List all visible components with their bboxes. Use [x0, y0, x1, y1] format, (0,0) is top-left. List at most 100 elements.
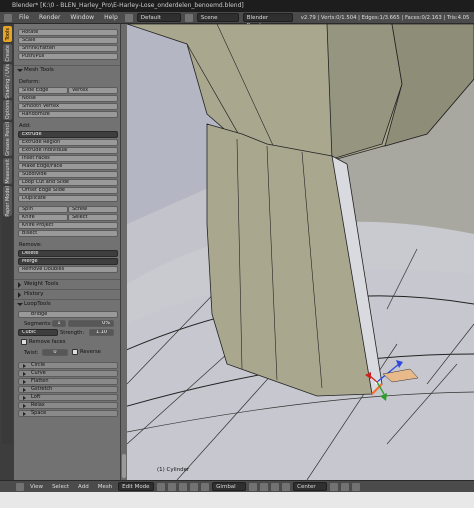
rotate-button[interactable]: Rotate [18, 29, 118, 36]
weight-tools-header[interactable]: Weight Tools [14, 279, 120, 288]
render-engine-select[interactable]: Blender Render [242, 13, 293, 29]
knife-button[interactable]: Knife [18, 214, 68, 221]
tool-shelf-tabs: Tools Create Shading / UVs Options Greas… [2, 24, 13, 444]
scene-field[interactable]: Scene [196, 13, 239, 22]
active-object-label: (1) Cylinder [157, 467, 190, 473]
push-pull-button[interactable]: Push/Pull [18, 53, 118, 60]
menu-add[interactable]: Add [75, 484, 92, 490]
screw-button[interactable]: Screw [68, 206, 118, 213]
limit-selection-icon[interactable] [282, 482, 291, 491]
tab-shading-uvs[interactable]: Shading / UVs [3, 64, 12, 98]
info-header: File Render Window Help Default Scene Bl… [0, 12, 474, 29]
tab-grease-pencil[interactable]: Grease Pencil [3, 122, 12, 156]
make-edge-face-button[interactable]: Make Edge/Face [18, 163, 118, 170]
edge-select-icon[interactable] [260, 482, 269, 491]
menu-file[interactable]: File [16, 14, 32, 21]
remove-faces-checkbox[interactable] [21, 339, 27, 345]
menu-render[interactable]: Render [36, 14, 63, 21]
orientation-select[interactable]: Gimbal [212, 482, 247, 491]
slide-edge-button[interactable]: Slide Edge [18, 87, 68, 94]
menu-mesh[interactable]: Mesh [95, 484, 115, 490]
menu-window[interactable]: Window [67, 14, 97, 21]
noise-button[interactable]: Noise [18, 95, 118, 102]
mode-select[interactable]: Edit Mode [118, 482, 155, 491]
proportional-edit-icon[interactable] [341, 482, 350, 491]
editor-type-icon[interactable] [16, 482, 24, 491]
rotate-icon[interactable] [201, 482, 210, 491]
extrude-menu[interactable]: Extrude [18, 131, 118, 138]
segments-field[interactable]: 1 [52, 320, 66, 327]
layout-field[interactable]: Default [136, 13, 181, 22]
editor-type-icon[interactable] [4, 13, 12, 22]
percentage-field[interactable]: 0% [68, 320, 114, 327]
duplicate-button[interactable]: Duplicate [18, 195, 118, 202]
looptools-relax[interactable]: Relax [18, 402, 118, 409]
footer-strip [0, 492, 474, 508]
pivot-center-select[interactable]: Center [293, 482, 328, 491]
interpolation-select[interactable]: Cubic [18, 329, 58, 336]
shading-icon[interactable] [157, 482, 166, 491]
extrude-region-button[interactable]: Extrude Region [18, 139, 118, 146]
remove-label: Remove: [19, 242, 42, 248]
bridge-button[interactable]: Bridge [18, 311, 118, 318]
offset-edge-slide-button[interactable]: Offset Edge Slide [18, 187, 118, 194]
inset-faces-button[interactable]: Inset Faces [18, 155, 118, 162]
tab-create[interactable]: Create [3, 44, 12, 62]
spin-button[interactable]: Spin [18, 206, 68, 213]
randomize-button[interactable]: Randomize [18, 111, 118, 118]
snap-icon[interactable] [330, 482, 339, 491]
tab-paper-model[interactable]: Paper Model [3, 186, 12, 216]
looptools-header[interactable]: LoopTools [14, 299, 120, 308]
blender-window: Blender* [K:\0 - BLEN_Harley_Pro\E-Harle… [0, 0, 474, 508]
add-label: Add: [19, 123, 31, 129]
scrollbar-thumb[interactable] [122, 454, 126, 478]
3d-view-header: View Select Add Mesh Edit Mode Gimbal Ce… [0, 480, 474, 492]
tool-shelf-panel: Rotate Scale Shrink/Fatten Push/Pull Mes… [14, 24, 120, 480]
looptools-gstretch[interactable]: Gstretch [18, 386, 118, 393]
knife-project-button[interactable]: Knife Project [18, 222, 118, 229]
looptools-loft[interactable]: Loft [18, 394, 118, 401]
scale-button[interactable]: Scale [18, 37, 118, 44]
knife-select-button[interactable]: Select [68, 214, 118, 221]
tab-measureit[interactable]: Measureit [3, 158, 12, 184]
extrude-individual-button[interactable]: Extrude Individual [18, 147, 118, 154]
menu-view[interactable]: View [27, 484, 46, 490]
looptools-flatten[interactable]: Flatten [18, 378, 118, 385]
tab-tools[interactable]: Tools [3, 26, 12, 42]
looptools-space[interactable]: Space [18, 410, 118, 417]
bisect-button[interactable]: Bisect [18, 230, 118, 237]
twist-label: Twist: [24, 350, 39, 356]
scene-icon[interactable] [184, 13, 193, 22]
render-icon[interactable] [352, 482, 361, 491]
strength-field[interactable]: 1.10 [89, 329, 114, 336]
shrink-fatten-button[interactable]: Shrink/Fatten [18, 45, 118, 52]
remove-doubles-button[interactable]: Remove Doubles [18, 266, 118, 273]
window-title: Blender* [K:\0 - BLEN_Harley_Pro\E-Harle… [12, 2, 244, 9]
smooth-vertex-button[interactable]: Smooth Vertex [18, 103, 118, 110]
tab-options[interactable]: Options [3, 100, 12, 120]
menu-help[interactable]: Help [101, 14, 121, 21]
screen-layout-icon[interactable] [124, 13, 133, 22]
subdivide-button[interactable]: Subdivide [18, 171, 118, 178]
remove-faces-label: Remove faces [29, 339, 66, 345]
face-select-icon[interactable] [271, 482, 280, 491]
manipulator-icon[interactable] [179, 482, 188, 491]
translate-icon[interactable] [190, 482, 199, 491]
3d-viewport[interactable] [127, 24, 474, 480]
scene-stats: v2.79 | Verts:0/1.504 | Edges:1/3.665 | … [300, 14, 470, 21]
loop-cut-button[interactable]: Loop Cut and Slide [18, 179, 118, 186]
menu-select[interactable]: Select [49, 484, 72, 490]
strength-label: Strength: [60, 330, 85, 336]
vertex-select-icon[interactable] [249, 482, 258, 491]
mesh-tools-header[interactable]: Mesh Tools [14, 65, 120, 74]
twist-field[interactable]: 0 [42, 349, 68, 356]
looptools-circle[interactable]: Circle [18, 362, 118, 369]
history-header[interactable]: History [14, 289, 120, 298]
merge-menu[interactable]: Merge [18, 258, 118, 265]
reverse-checkbox[interactable] [72, 349, 78, 355]
vertex-slide-button[interactable]: Vertex [68, 87, 118, 94]
delete-menu[interactable]: Delete [18, 250, 118, 257]
pivot-icon[interactable] [168, 482, 177, 491]
mesh-view[interactable] [127, 24, 474, 480]
looptools-curve[interactable]: Curve [18, 370, 118, 377]
